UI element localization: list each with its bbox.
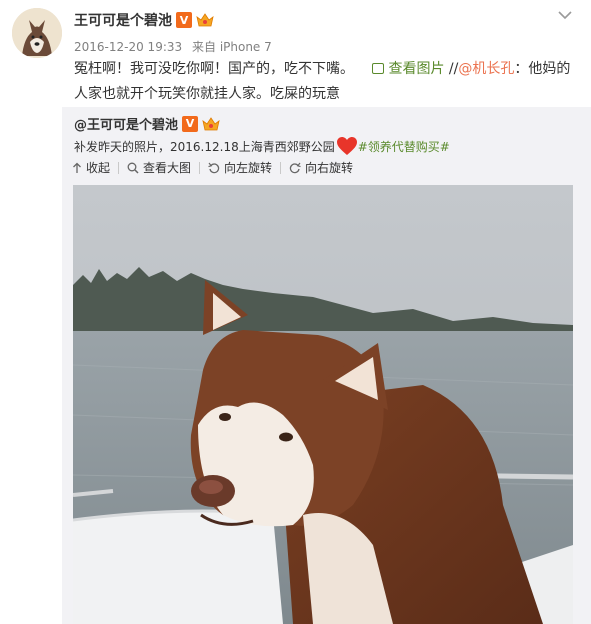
source-device[interactable]: iPhone 7 bbox=[220, 40, 272, 54]
view-large-label: 查看大图 bbox=[143, 161, 192, 175]
post-text-part2: ：他妈的 bbox=[514, 61, 571, 77]
crown-badge-icon[interactable] bbox=[202, 116, 220, 132]
view-picture-link[interactable]: 查看图片 bbox=[372, 61, 444, 77]
rotate-left-label: 向左旋转 bbox=[224, 161, 273, 175]
source-prefix: 来自 bbox=[191, 40, 216, 54]
verified-v-icon[interactable]: V bbox=[176, 12, 192, 28]
toolbar-divider bbox=[199, 161, 201, 174]
mention-link[interactable]: @机长孔 bbox=[458, 61, 514, 77]
collapse-label: 收起 bbox=[86, 161, 111, 175]
user-avatar[interactable] bbox=[12, 8, 62, 58]
collapse-arrow-icon bbox=[73, 162, 81, 173]
picture-icon bbox=[372, 63, 385, 74]
view-large-button[interactable]: 查看大图 bbox=[127, 159, 191, 176]
rotate-right-button[interactable]: 向右旋转 bbox=[289, 159, 353, 176]
toolbar-divider bbox=[118, 161, 120, 174]
repost-photo[interactable] bbox=[73, 185, 573, 624]
image-toolbar: 收起 查看大图 向左旋转 向右旋转 bbox=[72, 159, 353, 176]
post-text-part1: 冤枉啊！我可没吃你啊！国产的，吃不下嘴。 bbox=[74, 61, 354, 77]
reposted-content: @王可可是个碧池 V 补发昨天的照片，2016.12.18上海青西郊野公园 #领… bbox=[62, 107, 591, 624]
dog-avatar-image bbox=[12, 8, 62, 58]
heart-icon bbox=[336, 136, 358, 156]
repost-username-link[interactable]: @王可可是个碧池 bbox=[74, 114, 178, 133]
crown-badge-icon[interactable] bbox=[196, 12, 214, 28]
weibo-post: 王可可是个碧池 V 2016-12-20 19:33 来自 iPhone 7 冤… bbox=[0, 0, 591, 624]
chevron-down-icon[interactable] bbox=[557, 6, 573, 20]
username-link[interactable]: 王可可是个碧池 bbox=[74, 10, 172, 30]
dog-on-boat-image bbox=[73, 185, 573, 624]
rotate-right-icon bbox=[289, 162, 301, 173]
rotate-left-icon bbox=[208, 162, 220, 173]
verified-v-icon[interactable]: V bbox=[182, 115, 199, 132]
toolbar-divider bbox=[280, 161, 282, 174]
post-author: 王可可是个碧池 V bbox=[74, 10, 214, 30]
hashtag-link[interactable]: #领养代替购买# bbox=[358, 138, 450, 155]
repost-text: 补发昨天的照片，2016.12.18上海青西郊野公园 #领养代替购买# bbox=[74, 136, 450, 156]
rotate-left-button[interactable]: 向左旋转 bbox=[208, 159, 272, 176]
view-picture-label: 查看图片 bbox=[388, 61, 445, 77]
post-timestamp[interactable]: 2016-12-20 19:33 bbox=[74, 40, 182, 54]
repost-author: @王可可是个碧池 V bbox=[74, 114, 220, 133]
post-text-line2: 人家也就开个玩笑你就挂人家。吃屎的玩意 bbox=[74, 86, 340, 102]
collapse-button[interactable]: 收起 bbox=[72, 159, 110, 176]
rotate-right-label: 向右旋转 bbox=[305, 161, 354, 175]
repost-separator: // bbox=[448, 61, 459, 77]
post-text: 冤枉啊！我可没吃你啊！国产的，吃不下嘴。 查看图片 //@机长孔：他妈的 人家也… bbox=[74, 57, 579, 107]
magnifier-icon bbox=[127, 162, 139, 174]
post-meta: 2016-12-20 19:33 来自 iPhone 7 bbox=[74, 38, 272, 55]
repost-text-body: 补发昨天的照片，2016.12.18上海青西郊野公园 bbox=[74, 139, 335, 154]
